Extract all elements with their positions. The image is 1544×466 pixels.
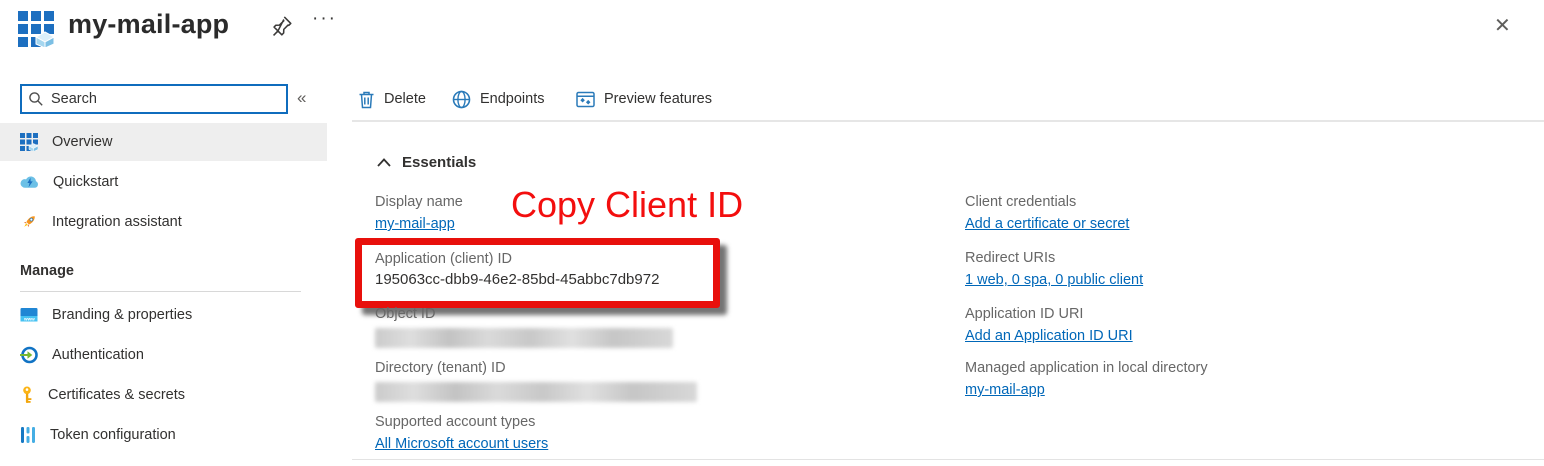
client-id-highlight-box: Application (client) ID 195063cc-dbb9-46… xyxy=(355,238,720,308)
quickstart-icon xyxy=(20,175,39,189)
essentials-toggle[interactable]: Essentials xyxy=(377,154,476,171)
close-icon[interactable]: ✕ xyxy=(1494,13,1511,38)
field-label: Application ID URI xyxy=(965,306,1525,322)
sidebar-item-label: Authentication xyxy=(52,347,144,363)
field-client-credentials: Client credentials Add a certificate or … xyxy=(965,194,1525,233)
app-registration-icon xyxy=(18,11,54,47)
toolbar-divider xyxy=(352,120,1544,122)
sidebar-item-label: Integration assistant xyxy=(52,214,182,230)
client-id-value[interactable]: 195063cc-dbb9-46e2-85bd-45abbc7db972 xyxy=(375,271,713,288)
field-label: Display name xyxy=(375,194,935,210)
search-input[interactable] xyxy=(49,90,286,108)
sidebar-item-label: Token configuration xyxy=(50,427,176,443)
rocket-icon xyxy=(20,213,38,231)
field-supported-account-types: Supported account types All Microsoft ac… xyxy=(375,414,935,453)
redirect-uris-link[interactable]: 1 web, 0 spa, 0 public client xyxy=(965,272,1143,288)
field-label: Managed application in local directory xyxy=(965,360,1525,376)
sidebar-collapse-icon[interactable]: « xyxy=(297,88,306,108)
pin-icon[interactable] xyxy=(272,15,296,39)
field-application-id-uri: Application ID URI Add an Application ID… xyxy=(965,306,1525,345)
sidebar-item-label: Certificates & secrets xyxy=(48,387,185,403)
essentials-bottom-divider xyxy=(352,459,1544,460)
sidebar-search[interactable] xyxy=(20,84,288,114)
redacted-value xyxy=(375,382,697,402)
field-label: Object ID xyxy=(375,306,935,322)
add-application-id-uri-link[interactable]: Add an Application ID URI xyxy=(965,328,1133,344)
field-label: Application (client) ID xyxy=(375,251,713,267)
managed-application-link[interactable]: my-mail-app xyxy=(965,382,1045,398)
overview-icon xyxy=(20,133,38,151)
chevron-up-icon xyxy=(377,158,391,167)
sidebar-item-branding-properties[interactable]: www Branding & properties xyxy=(0,296,327,334)
endpoints-button[interactable]: Endpoints xyxy=(452,86,545,112)
field-label: Redirect URIs xyxy=(965,250,1525,266)
sidebar-item-label: Branding & properties xyxy=(52,307,192,323)
sidebar-item-label: Quickstart xyxy=(53,174,118,190)
page-title: my-mail-app xyxy=(68,9,229,40)
preview-features-label: Preview features xyxy=(604,91,712,107)
sidebar-item-quickstart[interactable]: Quickstart xyxy=(0,163,327,201)
add-certificate-or-secret-link[interactable]: Add a certificate or secret xyxy=(965,216,1129,232)
authentication-icon xyxy=(20,346,38,364)
trash-icon xyxy=(358,90,375,109)
sidebar-divider xyxy=(20,291,301,292)
field-managed-application: Managed application in local directory m… xyxy=(965,360,1525,399)
delete-button[interactable]: Delete xyxy=(358,86,426,112)
globe-icon xyxy=(452,90,471,109)
sidebar-section-manage: Manage xyxy=(20,263,74,279)
token-configuration-icon xyxy=(20,426,36,444)
field-label: Directory (tenant) ID xyxy=(375,360,935,376)
field-redirect-uris: Redirect URIs 1 web, 0 spa, 0 public cli… xyxy=(965,250,1525,289)
sidebar-item-label: Overview xyxy=(52,134,112,150)
delete-label: Delete xyxy=(384,91,426,107)
preview-features-icon xyxy=(576,91,595,108)
sidebar-item-integration-assistant[interactable]: Integration assistant xyxy=(0,203,327,241)
field-label: Supported account types xyxy=(375,414,935,430)
svg-text:www: www xyxy=(23,317,35,322)
preview-features-button[interactable]: Preview features xyxy=(576,86,712,112)
endpoints-label: Endpoints xyxy=(480,91,545,107)
field-label: Client credentials xyxy=(965,194,1525,210)
essentials-title: Essentials xyxy=(402,154,476,171)
redacted-value xyxy=(375,328,673,348)
supported-account-types-link[interactable]: All Microsoft account users xyxy=(375,436,548,452)
sidebar-item-certificates-secrets[interactable]: Certificates & secrets xyxy=(0,376,327,414)
field-display-name: Display name my-mail-app xyxy=(375,194,935,233)
search-icon xyxy=(28,91,44,107)
sidebar-item-overview[interactable]: Overview xyxy=(0,123,327,161)
sidebar-item-authentication[interactable]: Authentication xyxy=(0,336,327,374)
field-object-id: Object ID xyxy=(375,306,935,348)
sidebar-item-token-configuration[interactable]: Token configuration xyxy=(0,416,327,454)
field-directory-tenant-id: Directory (tenant) ID xyxy=(375,360,935,402)
more-options-icon[interactable]: ··· xyxy=(312,8,337,30)
display-name-link[interactable]: my-mail-app xyxy=(375,216,455,232)
branding-icon: www xyxy=(20,307,38,323)
key-icon xyxy=(20,386,34,404)
